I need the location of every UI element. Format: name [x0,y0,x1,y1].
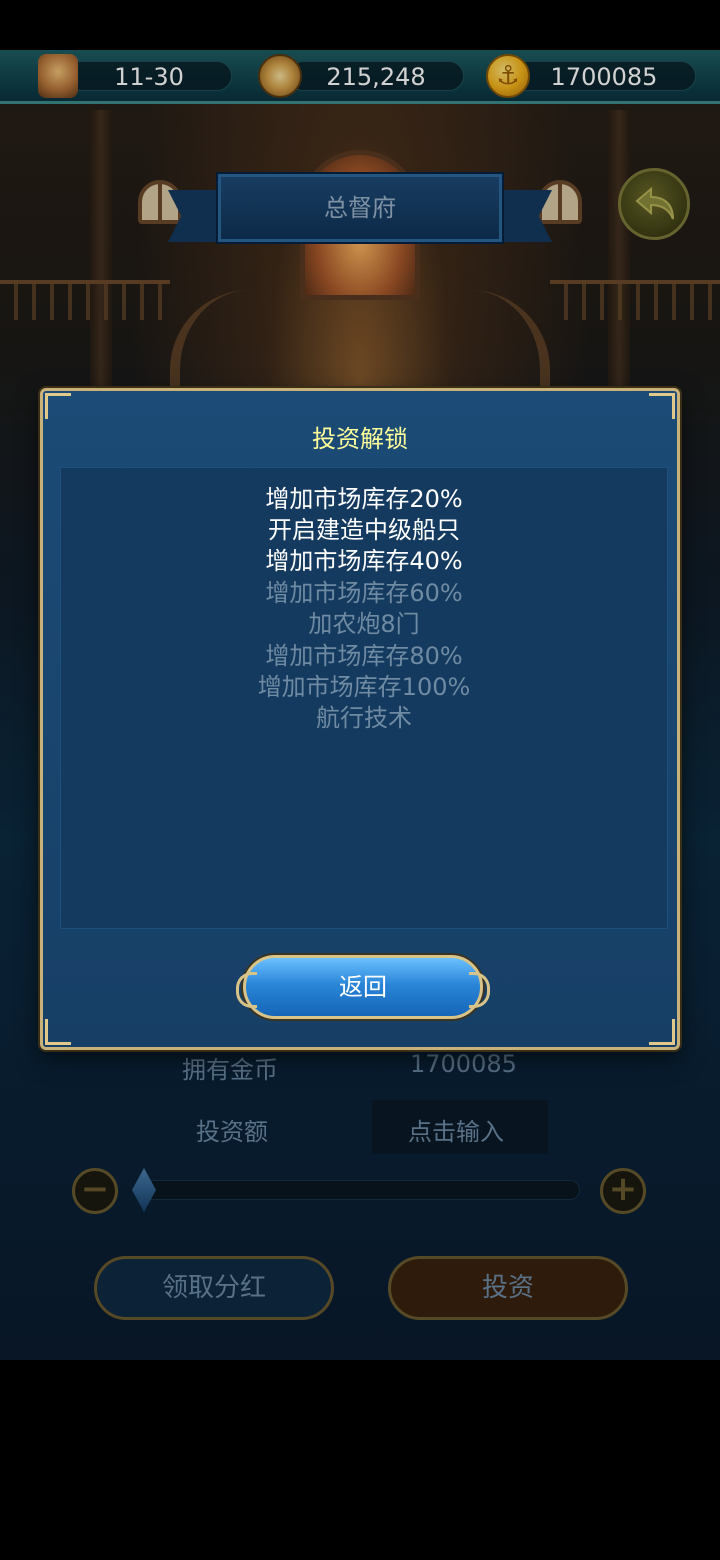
unlock-item: 加农炮8门 [308,610,420,638]
frame-corner [649,1019,675,1045]
system-nav-bar [0,1360,720,1560]
game-area: 11-30 215,248 1700085 ⚓ 总督府 550000 拥有金币 … [0,50,720,1360]
unlock-item: 增加市场库存60% [265,579,463,607]
frame-corner [45,1019,71,1045]
investment-unlock-dialog: 投资解锁 增加市场库存20% 开启建造中级船只 增加市场库存40% 增加市场库存… [40,388,680,1050]
status-bar [0,0,720,50]
unlock-item: 增加市场库存40% [265,547,463,575]
return-button[interactable]: 返回 [236,955,490,1019]
frame-corner [649,393,675,419]
unlock-item: 航行技术 [316,704,412,732]
unlock-item: 增加市场库存80% [265,642,463,670]
unlock-list: 增加市场库存20% 开启建造中级船只 增加市场库存40% 增加市场库存60% 加… [60,467,668,929]
dialog-title: 投资解锁 [312,425,408,453]
unlock-item: 增加市场库存100% [257,673,471,701]
frame-corner [45,393,71,419]
unlock-item: 开启建造中级船只 [268,516,460,544]
unlock-item: 增加市场库存20% [265,485,463,513]
